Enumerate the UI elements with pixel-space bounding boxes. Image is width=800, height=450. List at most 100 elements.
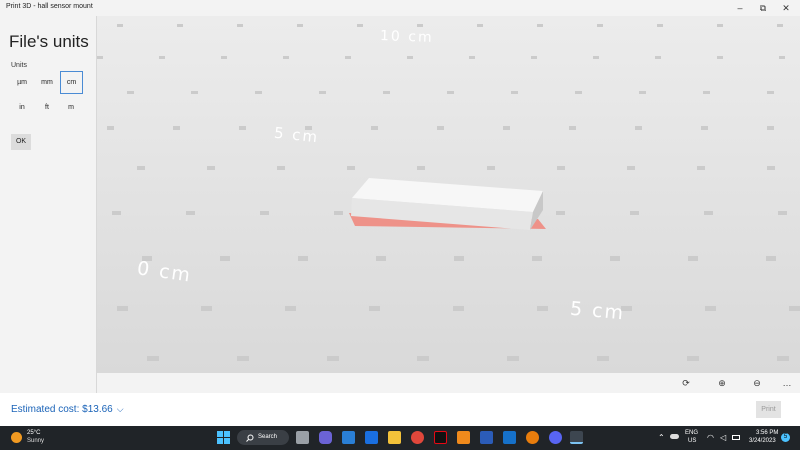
grid-mark	[703, 91, 710, 94]
grid-mark	[319, 91, 326, 94]
print-button[interactable]: Print	[756, 401, 781, 418]
grid-mark	[697, 166, 705, 170]
grid-mark	[260, 211, 269, 215]
grid-mark	[779, 56, 785, 59]
grid-mark	[767, 166, 775, 170]
grid-mark	[597, 356, 609, 361]
grid-mark	[469, 56, 475, 59]
grid-mark	[137, 166, 145, 170]
blender-icon[interactable]	[526, 431, 539, 444]
build-plate	[97, 16, 800, 373]
netflix-icon[interactable]	[434, 431, 447, 444]
grid-mark	[789, 306, 800, 311]
grid-mark	[285, 306, 296, 311]
grid-mark	[107, 126, 114, 130]
battery-icon[interactable]	[732, 435, 740, 440]
weather-temperature[interactable]: 25°C	[27, 430, 40, 436]
grid-mark	[778, 211, 787, 215]
grid-mark	[766, 256, 776, 261]
grid-mark	[117, 24, 123, 27]
grid-mark	[537, 24, 543, 27]
region-indicator[interactable]: US	[688, 438, 696, 444]
grid-mark	[298, 256, 308, 261]
weather-condition[interactable]: Sunny	[27, 438, 44, 444]
unit-m-option[interactable]: m	[60, 97, 82, 119]
grid-mark	[357, 24, 363, 27]
grid-mark	[97, 56, 103, 59]
clock-time[interactable]: 3:56 PM	[756, 430, 778, 436]
grid-mark	[376, 256, 386, 261]
3d-viewport[interactable]: 10 cm 5 cm 0 cm 5 cm	[97, 16, 800, 373]
grid-mark	[277, 166, 285, 170]
grid-mark	[283, 56, 289, 59]
print-3d-icon[interactable]	[570, 431, 583, 444]
units-label: Units	[11, 62, 27, 69]
grid-mark	[557, 166, 565, 170]
grid-mark	[627, 166, 635, 170]
grid-mark	[237, 356, 249, 361]
task-view-icon[interactable]	[296, 431, 309, 444]
grid-mark	[201, 306, 212, 311]
minimize-button[interactable]: –	[730, 2, 750, 14]
maximize-button[interactable]: ⧉	[753, 2, 773, 14]
grid-mark	[487, 166, 495, 170]
search-label: Search	[258, 434, 278, 440]
start-icon[interactable]	[217, 431, 230, 444]
unit-in-option[interactable]: in	[11, 97, 33, 119]
panel-title: File's units	[9, 32, 89, 51]
unit-um-option[interactable]: µm	[11, 72, 33, 94]
notification-badge[interactable]: 5	[781, 433, 790, 442]
grid-mark	[507, 356, 519, 361]
zoom-in-icon[interactable]: ⊕	[714, 376, 730, 390]
grid-mark	[453, 306, 464, 311]
grid-mark	[327, 356, 339, 361]
unit-mm-option[interactable]: mm	[36, 72, 58, 94]
teams-chat-icon[interactable]	[319, 431, 332, 444]
grid-mark	[767, 126, 774, 130]
language-indicator[interactable]: ENG	[685, 430, 698, 436]
dropbox-icon[interactable]	[365, 431, 378, 444]
grid-mark	[597, 24, 603, 27]
volume-icon[interactable]: ◁	[720, 433, 726, 442]
grid-mark	[556, 211, 565, 215]
show-hidden-icons-icon[interactable]: ⌃	[658, 433, 665, 442]
close-button[interactable]: ✕	[776, 2, 796, 14]
grid-mark	[537, 306, 548, 311]
grid-mark	[635, 126, 642, 130]
grid-mark	[417, 166, 425, 170]
chrome-icon[interactable]	[411, 431, 424, 444]
clock-date[interactable]: 3/24/2023	[749, 438, 776, 444]
grid-mark	[407, 56, 413, 59]
grid-mark	[112, 211, 121, 215]
grid-mark	[569, 126, 576, 130]
file-explorer-icon[interactable]	[388, 431, 401, 444]
mail-icon[interactable]	[342, 431, 355, 444]
more-icon[interactable]: …	[779, 376, 795, 390]
grid-mark	[630, 211, 639, 215]
sun-icon[interactable]	[11, 432, 22, 443]
wifi-icon[interactable]: ◠	[707, 433, 714, 442]
zoom-out-icon[interactable]: ⊖	[749, 376, 765, 390]
grid-mark	[220, 256, 230, 261]
estimated-cost-link[interactable]: Estimated cost: $13.66 ⌵	[11, 404, 124, 415]
onedrive-icon[interactable]	[670, 434, 679, 439]
unit-ft-option[interactable]: ft	[36, 97, 58, 119]
camera-icon[interactable]: ⟳	[678, 376, 694, 390]
grid-mark	[477, 24, 483, 27]
ok-button[interactable]: OK	[11, 134, 31, 150]
unit-cm-option[interactable]: cm	[60, 71, 83, 94]
grid-mark	[503, 126, 510, 130]
grid-mark	[369, 306, 380, 311]
grid-mark	[159, 56, 165, 59]
search-input[interactable]: Search	[237, 430, 289, 445]
title-bar: Print 3D - hall sensor mount – ⧉ ✕	[0, 0, 800, 16]
word-icon[interactable]	[480, 431, 493, 444]
grid-mark	[347, 166, 355, 170]
discord-icon[interactable]	[549, 431, 562, 444]
vlc-icon[interactable]	[457, 431, 470, 444]
scale-label-5cm-front: 5 cm	[569, 297, 626, 325]
grid-mark	[511, 91, 518, 94]
grid-mark	[701, 126, 708, 130]
outlook-icon[interactable]	[503, 431, 516, 444]
grid-mark	[221, 56, 227, 59]
